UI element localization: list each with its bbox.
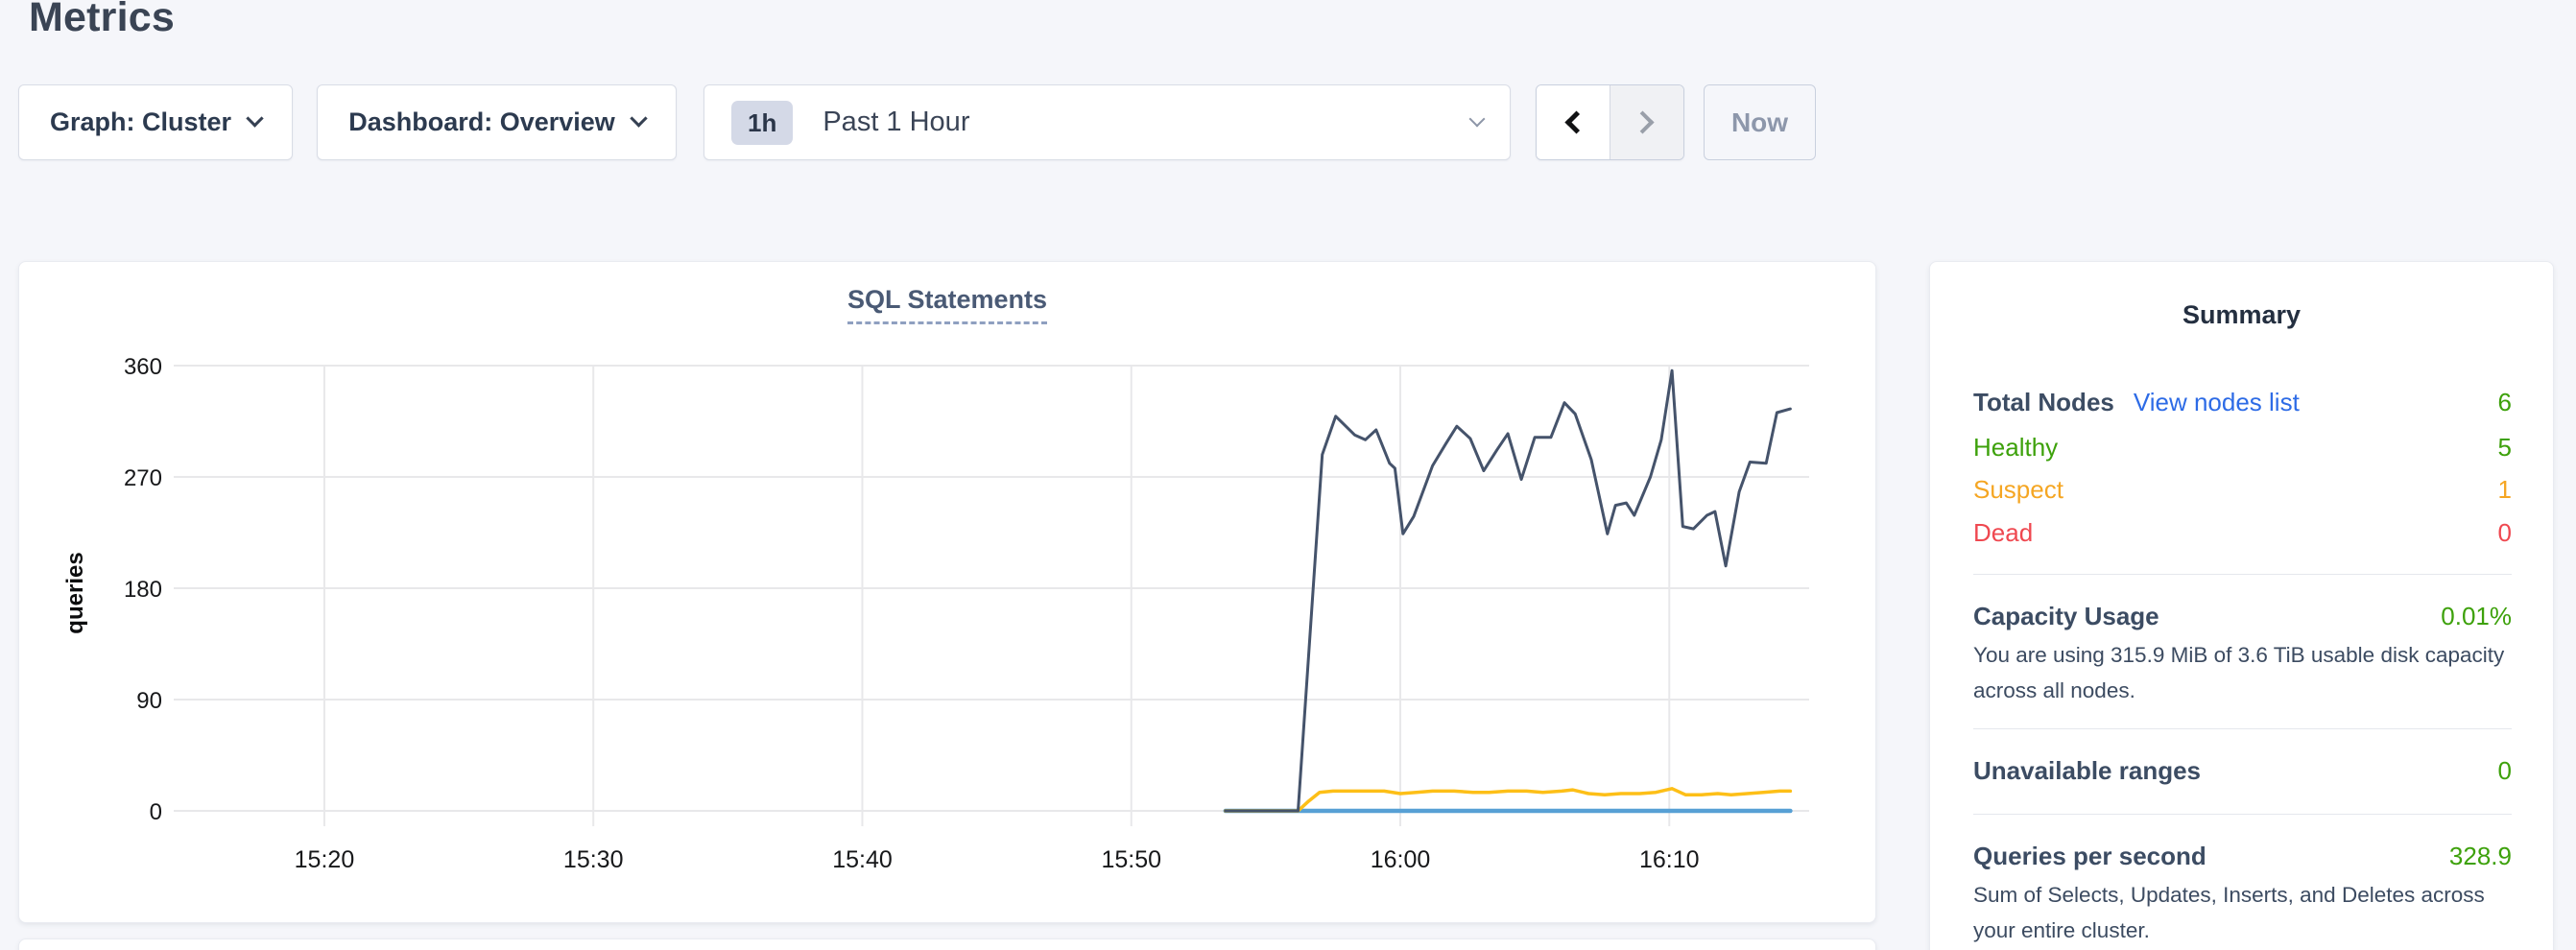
total-nodes-value: 6 [2498,388,2512,417]
time-range-label: Past 1 Hour [823,107,969,138]
unavailable-ranges-label: Unavailable ranges [1973,756,2201,786]
divider [1973,574,2512,575]
queries-per-second-value: 328.9 [2449,842,2512,871]
divider [1973,814,2512,815]
summary-panel: Summary Total Nodes View nodes list 6 He… [1929,261,2554,950]
svg-text:16:10: 16:10 [1639,846,1700,873]
healthy-label: Healthy [1973,433,2058,463]
total-nodes-label: Total Nodes [1973,388,2114,417]
svg-text:15:50: 15:50 [1101,846,1161,873]
dead-label: Dead [1973,518,2033,548]
queries-per-second-label: Queries per second [1973,842,2206,871]
svg-text:0: 0 [150,799,162,825]
healthy-value: 5 [2498,433,2512,463]
svg-text:15:20: 15:20 [295,846,355,873]
svg-text:270: 270 [124,465,162,491]
chevron-down-icon [630,109,647,127]
capacity-usage-value: 0.01% [2441,602,2512,631]
svg-text:15:30: 15:30 [563,846,624,873]
svg-text:15:40: 15:40 [832,846,893,873]
sql-statements-chart: 0 90 180 270 360 15:20 15:30 15:40 15:50 16:00 16:… [19,262,1877,924]
sql-statements-chart-card: 0 90 180 270 360 15:20 15:30 15:40 15:50 16:00 16:… [18,261,1876,923]
now-button[interactable]: Now [1704,84,1816,160]
queries-per-second-description: Sum of Selects, Updates, Inserts, and De… [1973,877,2515,948]
unavailable-ranges-value: 0 [2498,756,2512,786]
chevron-down-icon [1469,110,1486,127]
dashboard-dropdown[interactable]: Dashboard: Overview [317,84,677,160]
chevron-down-icon [246,109,263,127]
suspect-value: 1 [2498,475,2512,505]
previous-time-button[interactable] [1537,85,1610,159]
graph-dropdown-label: Graph: Cluster [50,107,231,137]
chevron-left-icon [1565,110,1588,133]
dead-value: 0 [2498,518,2512,548]
dead-nodes-row: Dead 0 [1973,518,2512,548]
svg-text:16:00: 16:00 [1371,846,1431,873]
chevron-right-icon [1632,110,1655,133]
time-step-button-group [1536,84,1684,160]
total-nodes-row: Total Nodes View nodes list 6 [1973,388,2512,417]
queries-per-second-row: Queries per second 328.9 [1973,842,2512,871]
summary-title: Summary [1930,300,2553,330]
suspect-nodes-row: Suspect 1 [1973,475,2512,505]
metrics-page: Metrics Graph: Cluster Dashboard: Overvi… [0,0,2576,950]
capacity-usage-row: Capacity Usage 0.01% [1973,602,2512,631]
svg-text:90: 90 [136,688,162,714]
page-title: Metrics [29,0,175,41]
healthy-nodes-row: Healthy 5 [1973,433,2512,463]
suspect-label: Suspect [1973,475,2063,505]
dashboard-dropdown-label: Dashboard: Overview [348,107,615,137]
next-time-button-disabled[interactable] [1610,85,1684,159]
view-nodes-list-link[interactable]: View nodes list [2134,388,2300,417]
svg-text:180: 180 [124,577,162,603]
capacity-usage-label: Capacity Usage [1973,602,2159,631]
capacity-usage-description: You are using 315.9 MiB of 3.6 TiB usabl… [1973,637,2515,708]
svg-text:360: 360 [124,354,162,380]
divider [1973,728,2512,729]
time-range-badge: 1h [731,101,793,145]
chart-title[interactable]: SQL Statements [847,285,1047,324]
chart-title-wrap: SQL Statements [19,285,1875,324]
time-range-selector[interactable]: 1h Past 1 Hour [704,84,1511,160]
next-chart-card-partial [18,938,1876,950]
graph-dropdown[interactable]: Graph: Cluster [18,84,293,160]
unavailable-ranges-row: Unavailable ranges 0 [1973,756,2512,786]
svg-text:queries: queries [62,552,88,633]
